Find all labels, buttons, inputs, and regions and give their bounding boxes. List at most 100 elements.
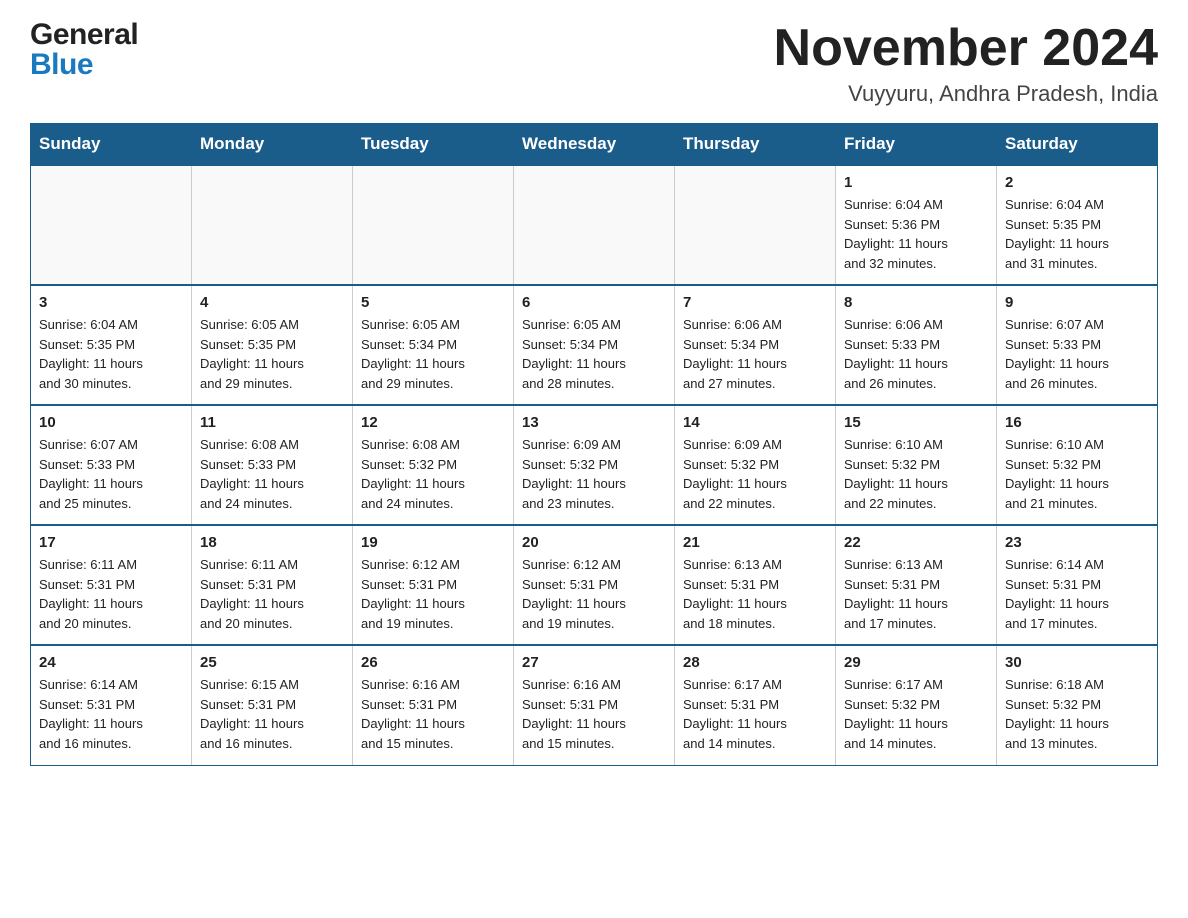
day-number: 16 [1005,414,1149,431]
day-number: 23 [1005,534,1149,551]
day-info: Sunrise: 6:04 AM Sunset: 5:36 PM Dayligh… [844,195,988,273]
day-number: 10 [39,414,183,431]
calendar-cell: 29 Sunrise: 6:17 AM Sunset: 5:32 PM Dayli… [836,645,997,765]
day-number: 1 [844,174,988,191]
day-info: Sunrise: 6:10 AM Sunset: 5:32 PM Dayligh… [844,435,988,513]
calendar-cell: 7 Sunrise: 6:06 AM Sunset: 5:34 PM Daylig… [675,285,836,405]
day-number: 14 [683,414,827,431]
calendar-cell: 18 Sunrise: 6:11 AM Sunset: 5:31 PM Dayli… [192,525,353,645]
calendar-cell: 21 Sunrise: 6:13 AM Sunset: 5:31 PM Dayli… [675,525,836,645]
calendar-cell: 9 Sunrise: 6:07 AM Sunset: 5:33 PM Daylig… [997,285,1158,405]
calendar-cell: 10 Sunrise: 6:07 AM Sunset: 5:33 PM Dayli… [31,405,192,525]
calendar-cell: 25Sunrise: 6:15 AM Sunset: 5:31 PM Dayli… [192,645,353,765]
calendar-cell: 6 Sunrise: 6:05 AM Sunset: 5:34 PM Daylig… [514,285,675,405]
day-info: Sunrise: 6:11 AM Sunset: 5:31 PM Dayligh… [200,555,344,633]
day-number: 2 [1005,174,1149,191]
day-info: Sunrise: 6:12 AM Sunset: 5:31 PM Dayligh… [361,555,505,633]
calendar-cell: 20 Sunrise: 6:12 AM Sunset: 5:31 PM Dayli… [514,525,675,645]
calendar-subtitle: Vuyyuru, Andhra Pradesh, India [774,81,1158,107]
day-number: 19 [361,534,505,551]
calendar-cell: 26 Sunrise: 6:16 AM Sunset: 5:31 PM Dayli… [353,645,514,765]
calendar-cell: 13Sunrise: 6:09 AM Sunset: 5:32 PM Dayli… [514,405,675,525]
page-header: General Blue November 2024 Vuyyuru, Andh… [30,20,1158,107]
col-saturday: Saturday [997,124,1158,166]
calendar-cell [353,165,514,285]
day-info: Sunrise: 6:13 AM Sunset: 5:31 PM Dayligh… [683,555,827,633]
day-info: Sunrise: 6:16 AM Sunset: 5:31 PM Dayligh… [361,675,505,753]
calendar-cell [31,165,192,285]
day-info: Sunrise: 6:16 AM Sunset: 5:31 PM Dayligh… [522,675,666,753]
day-number: 7 [683,294,827,311]
calendar-cell [675,165,836,285]
weekday-header-row: Sunday Monday Tuesday Wednesday Thursday… [31,124,1158,166]
calendar-cell: 5 Sunrise: 6:05 AM Sunset: 5:34 PM Daylig… [353,285,514,405]
day-info: Sunrise: 6:04 AM Sunset: 5:35 PM Dayligh… [1005,195,1149,273]
day-info: Sunrise: 6:10 AM Sunset: 5:32 PM Dayligh… [1005,435,1149,513]
calendar-cell: 12 Sunrise: 6:08 AM Sunset: 5:32 PM Dayli… [353,405,514,525]
day-number: 9 [1005,294,1149,311]
day-number: 26 [361,654,505,671]
day-info: Sunrise: 6:06 AM Sunset: 5:33 PM Dayligh… [844,315,988,393]
day-number: 6 [522,294,666,311]
calendar-cell: 3Sunrise: 6:04 AM Sunset: 5:35 PM Daylig… [31,285,192,405]
col-tuesday: Tuesday [353,124,514,166]
calendar-cell: 28Sunrise: 6:17 AM Sunset: 5:31 PM Dayli… [675,645,836,765]
col-thursday: Thursday [675,124,836,166]
calendar-cell: 22 Sunrise: 6:13 AM Sunset: 5:31 PM Dayli… [836,525,997,645]
calendar-week-row: 17 Sunrise: 6:11 AM Sunset: 5:31 PM Dayli… [31,525,1158,645]
calendar-week-row: 10 Sunrise: 6:07 AM Sunset: 5:33 PM Dayli… [31,405,1158,525]
calendar-cell [514,165,675,285]
day-info: Sunrise: 6:05 AM Sunset: 5:34 PM Dayligh… [361,315,505,393]
day-info: Sunrise: 6:17 AM Sunset: 5:32 PM Dayligh… [844,675,988,753]
day-info: Sunrise: 6:07 AM Sunset: 5:33 PM Dayligh… [39,435,183,513]
calendar-cell [192,165,353,285]
day-info: Sunrise: 6:13 AM Sunset: 5:31 PM Dayligh… [844,555,988,633]
calendar-table: Sunday Monday Tuesday Wednesday Thursday… [30,123,1158,766]
day-number: 4 [200,294,344,311]
calendar-cell: 24Sunrise: 6:14 AM Sunset: 5:31 PM Dayli… [31,645,192,765]
day-number: 11 [200,414,344,431]
day-number: 20 [522,534,666,551]
logo-blue-text: Blue [30,50,138,80]
col-monday: Monday [192,124,353,166]
day-info: Sunrise: 6:06 AM Sunset: 5:34 PM Dayligh… [683,315,827,393]
day-number: 29 [844,654,988,671]
calendar-header: Sunday Monday Tuesday Wednesday Thursday… [31,124,1158,166]
day-number: 17 [39,534,183,551]
calendar-cell: 27 Sunrise: 6:16 AM Sunset: 5:31 PM Dayli… [514,645,675,765]
calendar-cell: 17 Sunrise: 6:11 AM Sunset: 5:31 PM Dayli… [31,525,192,645]
col-sunday: Sunday [31,124,192,166]
day-number: 13 [522,414,666,431]
logo: General Blue [30,20,138,80]
title-block: November 2024 Vuyyuru, Andhra Pradesh, I… [774,20,1158,107]
day-info: Sunrise: 6:08 AM Sunset: 5:32 PM Dayligh… [361,435,505,513]
day-number: 15 [844,414,988,431]
day-number: 21 [683,534,827,551]
calendar-cell: 30Sunrise: 6:18 AM Sunset: 5:32 PM Dayli… [997,645,1158,765]
col-friday: Friday [836,124,997,166]
day-info: Sunrise: 6:17 AM Sunset: 5:31 PM Dayligh… [683,675,827,753]
day-number: 22 [844,534,988,551]
day-info: Sunrise: 6:05 AM Sunset: 5:34 PM Dayligh… [522,315,666,393]
day-number: 24 [39,654,183,671]
day-info: Sunrise: 6:11 AM Sunset: 5:31 PM Dayligh… [39,555,183,633]
day-number: 8 [844,294,988,311]
day-info: Sunrise: 6:18 AM Sunset: 5:32 PM Dayligh… [1005,675,1149,753]
calendar-cell: 14Sunrise: 6:09 AM Sunset: 5:32 PM Dayli… [675,405,836,525]
day-number: 18 [200,534,344,551]
calendar-cell: 23Sunrise: 6:14 AM Sunset: 5:31 PM Dayli… [997,525,1158,645]
calendar-title: November 2024 [774,20,1158,77]
calendar-cell: 2 Sunrise: 6:04 AM Sunset: 5:35 PM Daylig… [997,165,1158,285]
logo-general-text: General [30,20,138,50]
day-info: Sunrise: 6:04 AM Sunset: 5:35 PM Dayligh… [39,315,183,393]
calendar-cell: 19 Sunrise: 6:12 AM Sunset: 5:31 PM Dayli… [353,525,514,645]
day-number: 25 [200,654,344,671]
day-number: 5 [361,294,505,311]
calendar-cell: 8 Sunrise: 6:06 AM Sunset: 5:33 PM Daylig… [836,285,997,405]
day-info: Sunrise: 6:07 AM Sunset: 5:33 PM Dayligh… [1005,315,1149,393]
day-info: Sunrise: 6:12 AM Sunset: 5:31 PM Dayligh… [522,555,666,633]
day-number: 12 [361,414,505,431]
calendar-cell: 1 Sunrise: 6:04 AM Sunset: 5:36 PM Daylig… [836,165,997,285]
day-number: 27 [522,654,666,671]
calendar-week-row: 1 Sunrise: 6:04 AM Sunset: 5:36 PM Daylig… [31,165,1158,285]
